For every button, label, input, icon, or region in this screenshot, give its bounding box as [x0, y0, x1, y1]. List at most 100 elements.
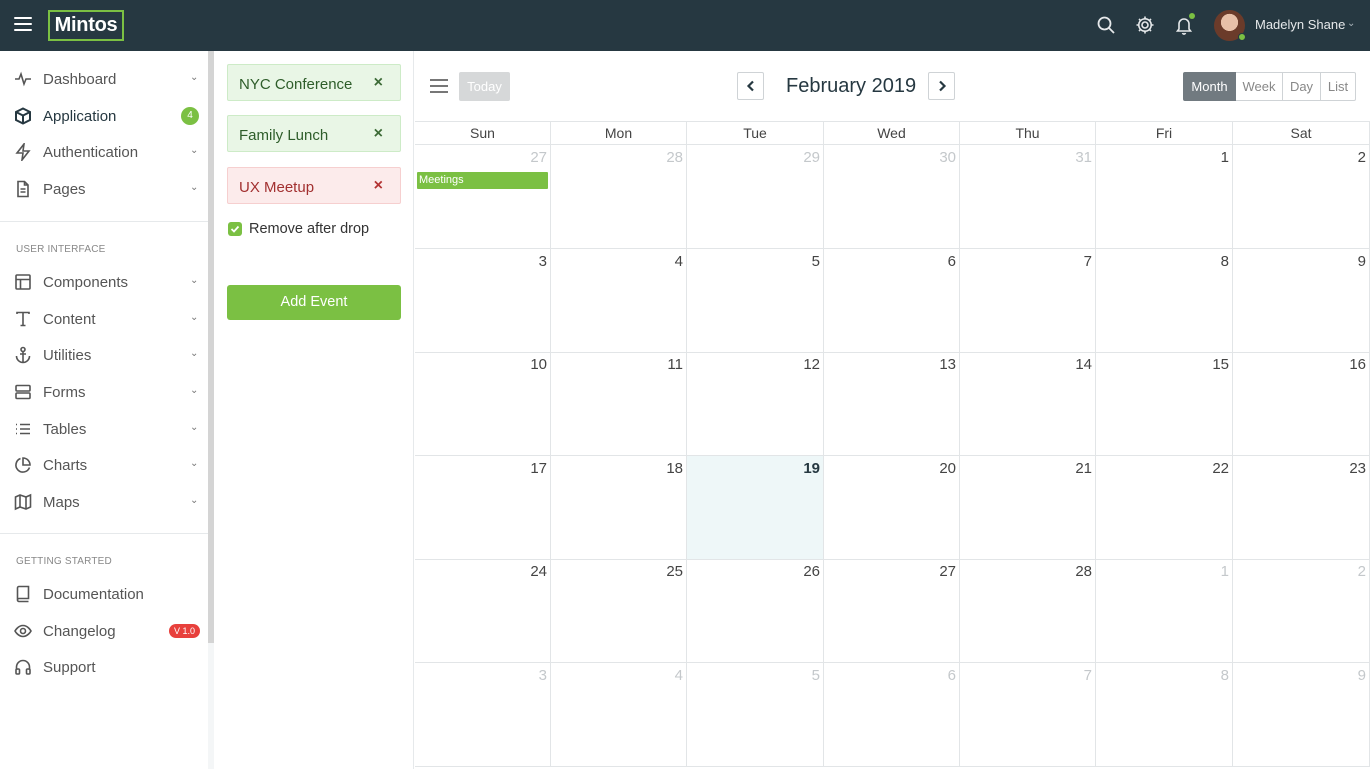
day-cell[interactable]: 9: [1233, 248, 1370, 352]
day-cell[interactable]: 25: [551, 559, 687, 662]
day-cell[interactable]: 9: [1233, 662, 1370, 766]
day-cell[interactable]: 22: [1096, 455, 1233, 559]
day-cell[interactable]: 8: [1096, 248, 1233, 352]
logo[interactable]: Mintos: [48, 10, 124, 41]
day-number[interactable]: 7: [1084, 667, 1092, 684]
day-number[interactable]: 31: [1075, 149, 1092, 166]
today-button[interactable]: Today: [459, 72, 510, 101]
day-number[interactable]: 11: [667, 356, 683, 373]
day-cell[interactable]: 18: [551, 455, 687, 559]
day-cell[interactable]: 1: [1096, 559, 1233, 662]
view-list-button[interactable]: List: [1321, 72, 1356, 101]
day-number[interactable]: 18: [666, 460, 683, 477]
sidebar-item-dashboard[interactable]: Dashboard ⌄: [0, 61, 208, 97]
day-number[interactable]: 16: [1349, 356, 1366, 373]
day-number[interactable]: 8: [1221, 253, 1229, 270]
day-number[interactable]: 27: [939, 563, 956, 580]
day-cell[interactable]: 24: [415, 559, 551, 662]
day-cell[interactable]: 12: [687, 352, 824, 455]
day-cell[interactable]: 1: [1096, 145, 1233, 248]
day-cell[interactable]: 15: [1096, 352, 1233, 455]
day-cell[interactable]: 29: [687, 145, 824, 248]
day-cell[interactable]: 14: [960, 352, 1096, 455]
close-icon[interactable]: ×: [374, 74, 383, 92]
day-cell[interactable]: 16: [1233, 352, 1370, 455]
user-name[interactable]: Madelyn Shane: [1255, 17, 1345, 32]
day-cell[interactable]: 5: [687, 248, 824, 352]
day-cell[interactable]: 4: [551, 662, 687, 766]
day-number[interactable]: 4: [675, 667, 683, 684]
sidebar-item-support[interactable]: Support: [0, 649, 208, 685]
next-month-button[interactable]: [928, 72, 955, 100]
day-cell[interactable]: 10: [415, 352, 551, 455]
day-cell[interactable]: 13: [824, 352, 960, 455]
day-cell[interactable]: 28: [551, 145, 687, 248]
day-number[interactable]: 26: [803, 563, 820, 580]
sidebar-item-maps[interactable]: Maps ⌄: [0, 484, 208, 520]
day-cell[interactable]: 31: [960, 145, 1096, 248]
day-cell[interactable]: 8: [1096, 662, 1233, 766]
sidebar-item-forms[interactable]: Forms ⌄: [0, 374, 208, 410]
day-number[interactable]: 2: [1358, 563, 1366, 580]
view-month-button[interactable]: Month: [1183, 72, 1236, 101]
remove-after-drop-checkbox[interactable]: [228, 222, 242, 236]
day-cell[interactable]: 23: [1233, 455, 1370, 559]
day-number[interactable]: 9: [1358, 667, 1366, 684]
calendar-event-meetings[interactable]: Meetings: [417, 172, 548, 189]
sidebar-item-utilities[interactable]: Utilities ⌄: [0, 337, 208, 373]
day-cell[interactable]: 21: [960, 455, 1096, 559]
sidebar-item-content[interactable]: Content ⌄: [0, 301, 208, 337]
add-event-button[interactable]: Add Event: [227, 285, 401, 320]
day-number[interactable]: 12: [803, 356, 820, 373]
day-cell[interactable]: 2: [1233, 145, 1370, 248]
day-cell[interactable]: 2: [1233, 559, 1370, 662]
day-number[interactable]: 17: [530, 460, 547, 477]
gear-icon[interactable]: [1135, 15, 1155, 35]
day-number[interactable]: 24: [530, 563, 547, 580]
day-number[interactable]: 27: [530, 149, 547, 166]
external-event-family-lunch[interactable]: Family Lunch ×: [227, 115, 401, 152]
view-day-button[interactable]: Day: [1283, 72, 1321, 101]
day-cell[interactable]: 11: [551, 352, 687, 455]
sidebar-item-tables[interactable]: Tables ⌄: [0, 411, 208, 447]
day-cell[interactable]: 27 Meetings: [415, 145, 551, 248]
day-number[interactable]: 7: [1084, 253, 1092, 270]
day-number[interactable]: 6: [948, 667, 956, 684]
day-number[interactable]: 28: [1075, 563, 1092, 580]
day-number[interactable]: 5: [812, 667, 820, 684]
day-number[interactable]: 30: [939, 149, 956, 166]
day-number[interactable]: 29: [803, 149, 820, 166]
day-cell[interactable]: 7: [960, 248, 1096, 352]
sidebar-item-pages[interactable]: Pages ⌄: [0, 171, 208, 207]
sidebar-item-documentation[interactable]: Documentation: [0, 576, 208, 612]
day-number[interactable]: 21: [1075, 460, 1092, 477]
day-number[interactable]: 6: [948, 253, 956, 270]
view-week-button[interactable]: Week: [1236, 72, 1283, 101]
day-number[interactable]: 4: [675, 253, 683, 270]
bell-icon[interactable]: [1174, 13, 1195, 35]
sidebar-item-authentication[interactable]: Authentication ⌄: [0, 134, 208, 170]
day-cell[interactable]: 17: [415, 455, 551, 559]
day-cell-today[interactable]: 19: [687, 455, 824, 559]
close-icon[interactable]: ×: [374, 125, 383, 143]
day-number[interactable]: 28: [666, 149, 683, 166]
day-number[interactable]: 3: [539, 253, 547, 270]
menu-icon[interactable]: [14, 17, 32, 33]
day-number[interactable]: 8: [1221, 667, 1229, 684]
day-number[interactable]: 15: [1212, 356, 1229, 373]
day-number[interactable]: 3: [539, 667, 547, 684]
day-number[interactable]: 22: [1212, 460, 1229, 477]
sidebar-item-application[interactable]: Application 4: [0, 98, 208, 134]
day-number[interactable]: 14: [1075, 356, 1092, 373]
day-number[interactable]: 13: [939, 356, 956, 373]
avatar[interactable]: [1214, 10, 1246, 41]
day-cell[interactable]: 20: [824, 455, 960, 559]
day-number[interactable]: 19: [803, 460, 820, 477]
day-number[interactable]: 1: [1221, 563, 1229, 580]
day-cell[interactable]: 5: [687, 662, 824, 766]
day-cell[interactable]: 7: [960, 662, 1096, 766]
day-cell[interactable]: 3: [415, 248, 551, 352]
close-icon[interactable]: ×: [374, 177, 383, 195]
day-cell[interactable]: 30: [824, 145, 960, 248]
day-cell[interactable]: 6: [824, 248, 960, 352]
